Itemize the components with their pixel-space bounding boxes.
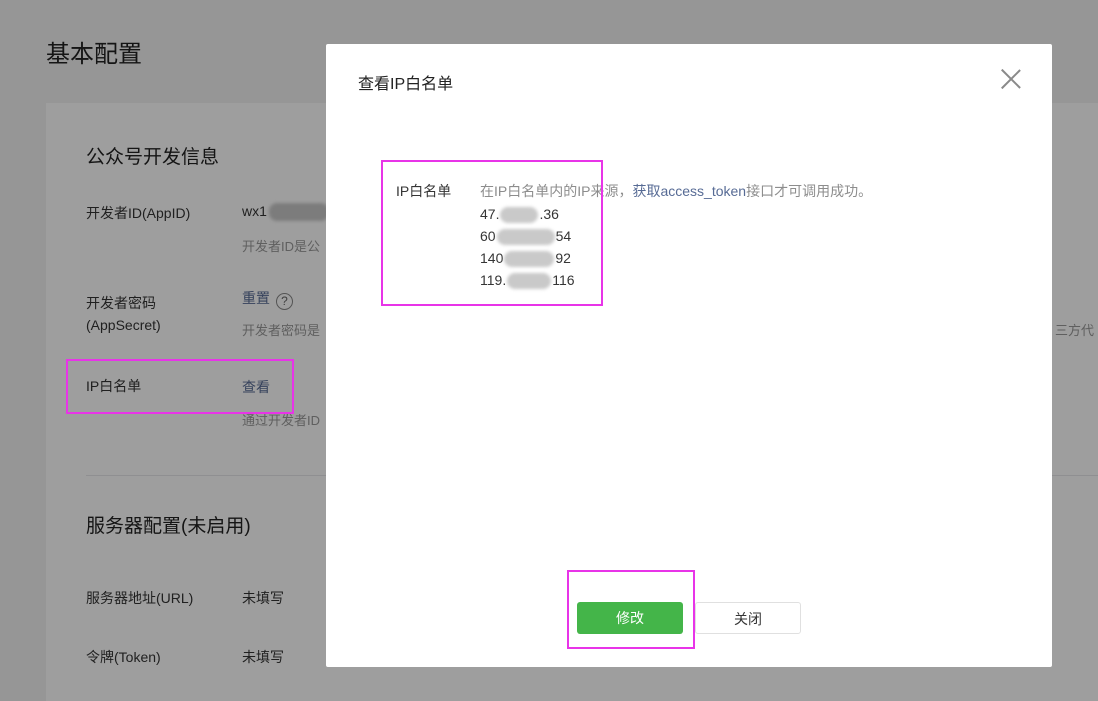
whitelist-description: 在IP白名单内的IP来源，获取access_token接口才可调用成功。 [480,183,873,199]
ip-list-item: 47. .36 [480,206,559,224]
ip-list-item: 119. 116 [480,272,575,290]
close-button[interactable]: 关闭 [695,602,801,634]
ip-list: 47. .36 60 54 140 92 119. 116 [480,203,575,291]
ip-list-item: 60 54 [480,228,572,246]
close-icon[interactable] [1000,68,1022,90]
modify-button[interactable]: 修改 [577,602,683,634]
get-access-token-link[interactable]: 获取access_token [632,183,746,199]
ip-list-item: 140 92 [480,250,571,268]
dialog-title: 查看IP白名单 [358,76,454,93]
ip-whitelist-dialog: 查看IP白名单 IP白名单 在IP白名单内的IP来源，获取access_toke… [326,44,1052,667]
whitelist-label: IP白名单 [396,183,452,199]
